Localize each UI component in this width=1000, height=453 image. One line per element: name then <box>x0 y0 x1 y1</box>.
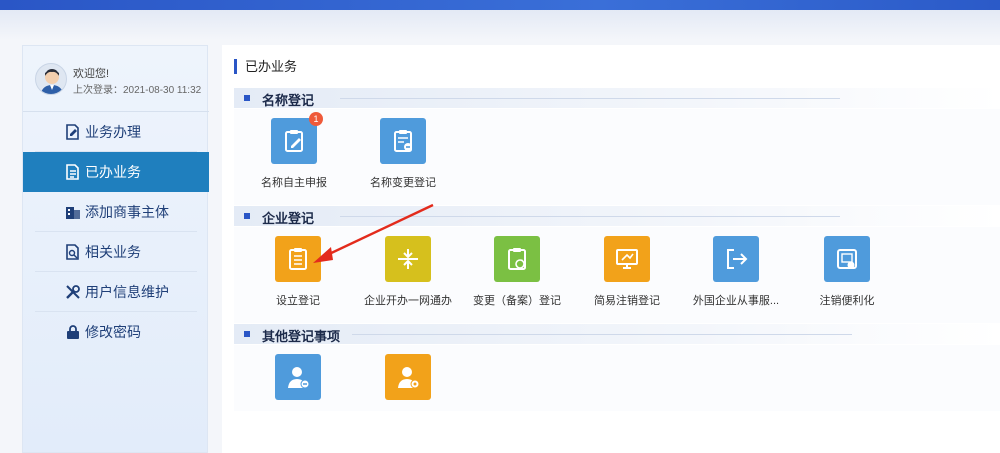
sidebar: 欢迎您! 上次登录：2021-08-30 11:32 业务办理 已办业务 添加商… <box>22 45 209 453</box>
avatar <box>35 63 67 95</box>
monitor-arrow-icon <box>604 236 650 282</box>
sidebar-item-label: 添加商事主体 <box>85 203 169 220</box>
top-header-bar <box>0 0 1000 10</box>
tile-other-2[interactable] <box>358 354 458 400</box>
clipboard-icon <box>275 236 321 282</box>
tile-name-self-declare[interactable]: 1 名称自主申报 <box>244 112 344 190</box>
user-info: 欢迎您! 上次登录：2021-08-30 11:32 <box>23 46 209 112</box>
exit-icon <box>713 236 759 282</box>
person-gear-icon <box>385 354 431 400</box>
sidebar-item-label: 已办业务 <box>85 164 141 180</box>
last-login-text: 上次登录：2021-08-30 11:32 <box>73 85 202 96</box>
clipboard-pen-icon: 1 <box>271 112 323 164</box>
sidebar-item-business[interactable]: 业务办理 <box>35 112 197 152</box>
page-title: 已办业务 <box>234 59 297 74</box>
lock-icon <box>65 324 81 340</box>
section-divider <box>352 334 852 335</box>
section-body-name-registration: 1 名称自主申报 名称变更登记 <box>234 109 1000 205</box>
wrench-icon <box>65 284 81 300</box>
tile-other-1[interactable] <box>248 354 348 400</box>
tile-one-stop-service[interactable]: 企业开办一网通办 <box>358 236 458 308</box>
section-marker <box>244 213 250 219</box>
section-header-other-registration: 其他登记事项 <box>234 324 1000 344</box>
tile-foreign-enterprise[interactable]: 外国企业从事服... <box>686 236 786 308</box>
tile-simple-cancellation[interactable]: 简易注销登记 <box>577 236 677 308</box>
section-marker <box>244 331 250 337</box>
sidebar-item-label: 业务办理 <box>85 123 141 140</box>
clipboard-minus-icon <box>380 118 426 164</box>
tile-change-registration[interactable]: 变更（备案）登记 <box>467 236 567 308</box>
building-icon <box>65 204 81 220</box>
clipboard-refresh-icon <box>494 236 540 282</box>
sidebar-item-label: 修改密码 <box>85 324 141 340</box>
welcome-text: 欢迎您! <box>73 68 110 80</box>
section-divider <box>340 216 840 217</box>
sidebar-item-completed[interactable]: 已办业务 <box>23 152 209 192</box>
section-header-name-registration: 名称登记 <box>234 88 1000 108</box>
cancel-certificate-icon <box>824 236 870 282</box>
document-search-icon <box>65 244 81 260</box>
section-header-enterprise-registration: 企业登记 <box>234 206 1000 226</box>
tile-label: 注销便利化 <box>819 295 875 307</box>
section-title: 其他登记事项 <box>262 329 341 344</box>
merge-icon <box>385 236 431 282</box>
main-panel: 已办业务 名称登记 1 名称自主申报 名称变更登记 企业登记 设立登记 企业开办… <box>222 45 1000 453</box>
document-edit-icon <box>65 124 81 140</box>
tile-label: 简易注销登记 <box>594 295 660 307</box>
notification-badge: 1 <box>309 112 323 126</box>
tile-label: 变更（备案）登记 <box>473 295 561 307</box>
section-body-enterprise-registration: 设立登记 企业开办一网通办 变更（备案）登记 简易注销登记 外国企业从事服... <box>234 227 1000 323</box>
tile-establish-registration[interactable]: 设立登记 <box>248 236 348 308</box>
section-body-other-registration <box>234 345 1000 411</box>
sidebar-item-add-entity[interactable]: 添加商事主体 <box>35 192 197 232</box>
header-shadow <box>0 10 1000 40</box>
section-marker <box>244 95 250 101</box>
sidebar-item-label: 用户信息维护 <box>85 283 169 300</box>
sidebar-item-related[interactable]: 相关业务 <box>35 232 197 272</box>
tile-label: 外国企业从事服... <box>692 295 780 307</box>
sidebar-item-user-info[interactable]: 用户信息维护 <box>35 272 197 312</box>
section-title: 企业登记 <box>262 211 315 226</box>
tile-label: 名称变更登记 <box>370 177 436 189</box>
section-divider <box>340 98 840 99</box>
sidebar-item-label: 相关业务 <box>85 243 141 260</box>
person-minus-icon <box>275 354 321 400</box>
tile-name-change[interactable]: 名称变更登记 <box>353 118 453 190</box>
tile-label: 设立登记 <box>276 295 320 307</box>
document-list-icon <box>65 164 81 180</box>
tile-cancellation-facilitation[interactable]: 注销便利化 <box>797 236 897 308</box>
sidebar-item-password[interactable]: 修改密码 <box>35 312 197 352</box>
sidebar-nav: 业务办理 已办业务 添加商事主体 相关业务 用户信息维护 修改密码 <box>23 124 209 352</box>
tile-label: 企业开办一网通办 <box>364 295 452 307</box>
section-title: 名称登记 <box>262 93 315 108</box>
tile-label: 名称自主申报 <box>261 177 327 189</box>
